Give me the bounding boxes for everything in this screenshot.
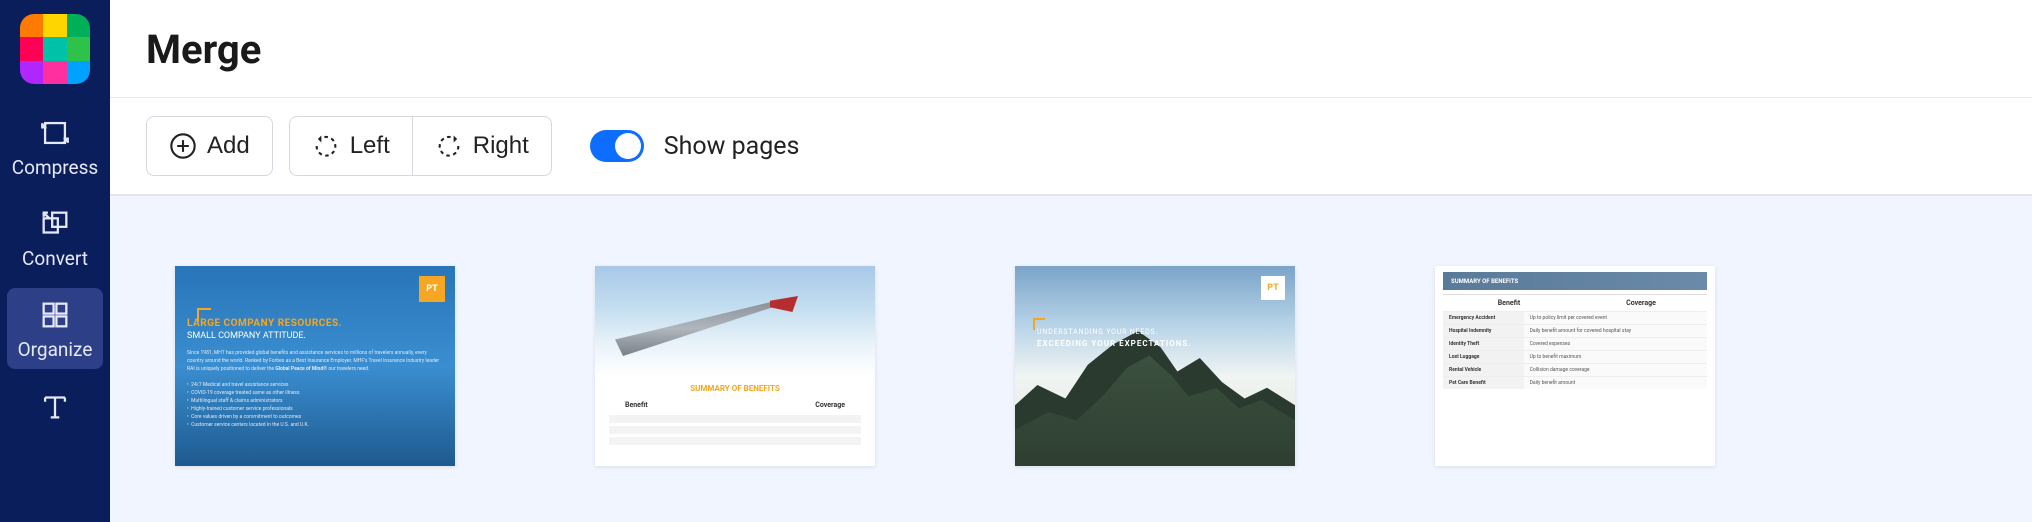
- sidebar-label: Compress: [12, 156, 98, 179]
- toggle-knob: [615, 133, 641, 159]
- sidebar-item-compress[interactable]: Compress: [7, 106, 103, 187]
- table-row: Emergency AccidentUp to policy limit per…: [1443, 311, 1707, 324]
- page-thumbnail[interactable]: SUMMARY OF BENEFITS Benefit Coverage: [595, 266, 875, 466]
- sidebar: Compress Convert Organize: [0, 0, 110, 522]
- table-row: Pet Care BenefitDaily benefit amount: [1443, 376, 1707, 389]
- sidebar-item-convert[interactable]: Convert: [7, 197, 103, 278]
- thumb-summary-title: SUMMARY OF BENEFITS: [595, 384, 875, 393]
- thumb-body-text: Since 1981, MHT has provided global bene…: [187, 349, 443, 429]
- add-label: Add: [207, 132, 250, 160]
- show-pages-label: Show pages: [664, 132, 800, 161]
- thumb-heading: LARGE COMPANY RESOURCES.: [187, 318, 443, 329]
- thumb-line1: UNDERSTANDING YOUR NEEDS.: [1037, 328, 1158, 336]
- toolbar: Add Left Right Show pages: [110, 98, 2032, 196]
- left-label: Left: [350, 132, 390, 160]
- right-label: Right: [473, 132, 529, 160]
- plus-circle-icon: [169, 132, 197, 160]
- thumb-table-header: Benefit Coverage: [595, 401, 875, 409]
- show-pages-control: Show pages: [590, 130, 800, 162]
- table-row: Rental VehicleCollision damage coverage: [1443, 363, 1707, 376]
- corner-mark-icon: [197, 308, 211, 322]
- pt-badge: PT: [419, 276, 445, 302]
- thumb-header: SUMMARY OF BENEFITS: [1443, 272, 1707, 290]
- pt-badge: PT: [1261, 276, 1285, 300]
- show-pages-toggle[interactable]: [590, 130, 644, 162]
- page-thumbnail[interactable]: PT UNDERSTANDING YOUR NEEDS. EXCEEDING Y…: [1015, 266, 1295, 466]
- titlebar: Merge: [110, 0, 2032, 98]
- sidebar-label: Organize: [18, 338, 93, 361]
- rotate-right-button[interactable]: Right: [412, 116, 552, 176]
- thumb-line2: EXCEEDING YOUR EXPECTATIONS.: [1037, 339, 1192, 348]
- page-title: Merge: [146, 26, 1996, 73]
- page-thumbnail[interactable]: SUMMARY OF BENEFITS Benefit Coverage Eme…: [1435, 266, 1715, 466]
- table-row: Lost LuggageUp to benefit maximum: [1443, 350, 1707, 363]
- sidebar-item-organize[interactable]: Organize: [7, 288, 103, 369]
- thumb-image: [595, 266, 875, 376]
- sidebar-item-text[interactable]: [7, 379, 103, 431]
- text-icon: [38, 389, 72, 423]
- airplane-wing-icon: [615, 301, 775, 356]
- add-button[interactable]: Add: [146, 116, 273, 176]
- table-row: Identity TheftCovered expenses: [1443, 337, 1707, 350]
- thumb-subheading: SMALL COMPANY ATTITUDE.: [187, 331, 443, 341]
- organize-icon: [38, 298, 72, 332]
- rotate-right-icon: [435, 132, 463, 160]
- compress-icon: [38, 116, 72, 150]
- table-row: Hospital IndemnityDaily benefit amount f…: [1443, 324, 1707, 337]
- thumb-table-rows: [595, 415, 875, 445]
- page-thumbnail[interactable]: PT LARGE COMPANY RESOURCES. SMALL COMPAN…: [175, 266, 455, 466]
- rotate-button-group: Left Right: [289, 116, 552, 176]
- rotate-left-icon: [312, 132, 340, 160]
- pages-area: PT LARGE COMPANY RESOURCES. SMALL COMPAN…: [110, 196, 2032, 522]
- thumb-table-header: Benefit Coverage: [1443, 294, 1707, 311]
- sidebar-label: Convert: [22, 247, 88, 270]
- wingtip-icon: [770, 296, 798, 312]
- rotate-left-button[interactable]: Left: [289, 116, 412, 176]
- convert-icon: [38, 207, 72, 241]
- logo[interactable]: [20, 14, 90, 84]
- main: Merge Add Left Right: [110, 0, 2032, 522]
